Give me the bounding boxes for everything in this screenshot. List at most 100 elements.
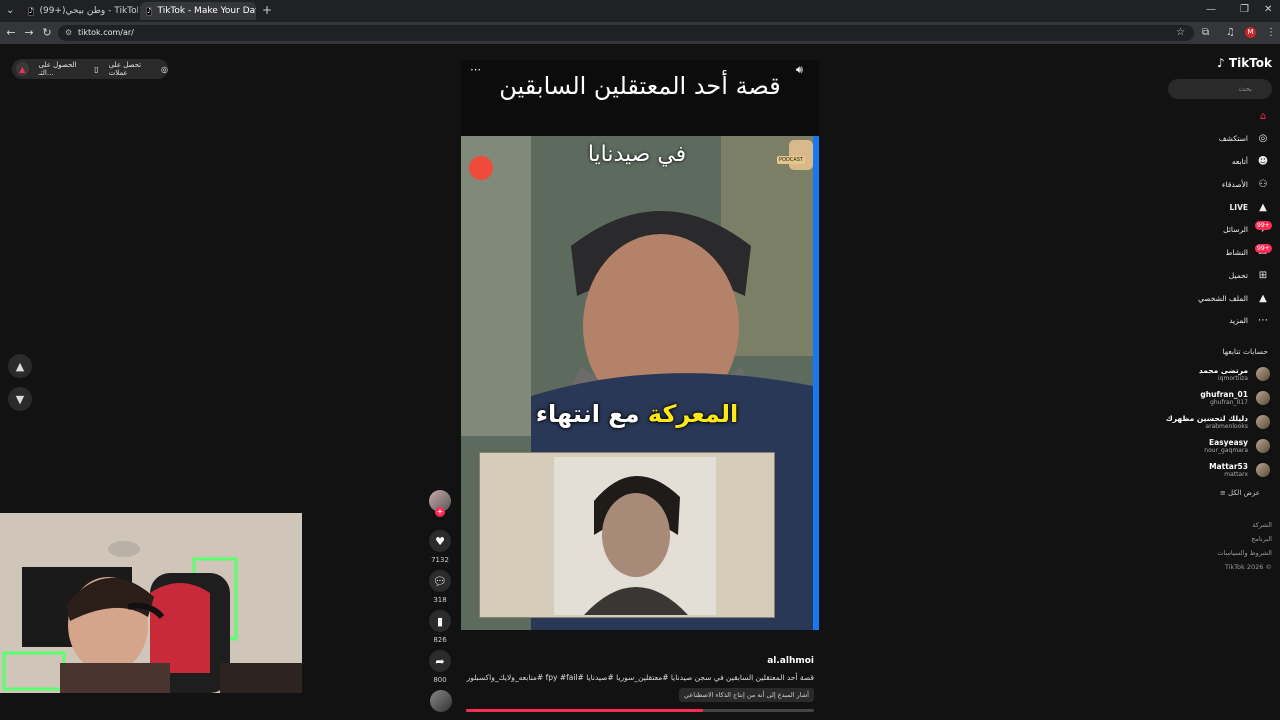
- following-account[interactable]: ghufran_01 ghufran_017: [1140, 388, 1270, 408]
- tab-tiktok-home[interactable]: ♪ TikTok - Make Your Day ✕: [140, 2, 256, 20]
- nav-messages[interactable]: الرسائل✈: [1140, 221, 1270, 237]
- nav-explore[interactable]: استكشف ◎: [1140, 130, 1270, 146]
- tiktok-logo[interactable]: ♪ TikTok: [1212, 56, 1272, 70]
- save-action[interactable]: ▮ 826: [428, 610, 452, 644]
- nav-live[interactable]: LIVE ▲: [1140, 199, 1270, 215]
- video-side-accent: [813, 136, 819, 630]
- extensions-icon[interactable]: ⧉: [1202, 27, 1209, 38]
- search-input[interactable]: بحث: [1168, 79, 1272, 99]
- account-handle: mattarx: [1224, 471, 1248, 478]
- browser-menu-icon[interactable]: ⋮: [1266, 27, 1276, 38]
- comment-icon[interactable]: 💬︎: [429, 570, 451, 592]
- tab-tiktok-inbox[interactable]: ♪ (99+)وطن بيحي - TikTok | 476 ✕: [22, 2, 138, 20]
- url-text: tiktok.com/ar/: [78, 28, 134, 37]
- account-handle: iqmortiiza: [1218, 375, 1248, 382]
- nav-activity[interactable]: النشاط✉: [1140, 244, 1270, 260]
- video-subtitle-bottom: المعركة مع انتهاء: [461, 400, 813, 428]
- tab-search-icon[interactable]: ⌄: [6, 5, 14, 16]
- profile-icon: ▲: [1259, 292, 1267, 304]
- comment-action[interactable]: 💬︎ 318: [428, 570, 452, 604]
- heart-icon[interactable]: ♥: [429, 530, 451, 552]
- nav-friends[interactable]: الأصدقاء ⚇: [1140, 176, 1270, 192]
- footer-link[interactable]: البرنامج: [1150, 535, 1272, 543]
- video-more-options-icon[interactable]: ⋯: [470, 63, 481, 76]
- back-arrow-icon[interactable]: ←: [4, 26, 18, 39]
- chevron-up-icon: ▲: [15, 359, 25, 373]
- friends-icon: ⚇: [1258, 178, 1268, 190]
- author-name[interactable]: al.alhmoi: [462, 656, 814, 666]
- media-control-icon[interactable]: ♫: [1226, 27, 1235, 38]
- video-title-overlay: قصة أحد المعتقلين السابقين: [499, 72, 781, 100]
- video-progress-bar[interactable]: [466, 709, 814, 712]
- tiktok-favicon-icon: ♪: [146, 6, 153, 16]
- nav-following[interactable]: أتابعه ☻: [1140, 153, 1270, 169]
- home-icon: ⌂: [1259, 110, 1267, 122]
- bookmark-icon[interactable]: ▮: [429, 610, 451, 632]
- footer-link[interactable]: الشروط والسياسات: [1150, 549, 1272, 557]
- maximize-window-button[interactable]: ❐: [1240, 4, 1249, 15]
- creator-avatar[interactable]: +: [428, 490, 452, 517]
- following-account[interactable]: دليلك لتحسين مظهرك arabmenlooks: [1140, 412, 1270, 432]
- nav-upload[interactable]: تحميل ⊞: [1140, 267, 1270, 283]
- messages-badge: 99+: [1255, 221, 1272, 230]
- avatar: [1256, 391, 1270, 405]
- footer-link[interactable]: الشركة: [1150, 521, 1272, 529]
- nav-home[interactable]: ⌂: [1140, 108, 1270, 124]
- get-coins-link[interactable]: تحصل على عملات: [109, 61, 157, 77]
- share-icon[interactable]: ➦: [429, 650, 451, 672]
- video-progress-fill: [466, 709, 703, 712]
- more-icon: ⋯: [1258, 314, 1268, 326]
- bookmark-star-icon[interactable]: ☆: [1176, 27, 1185, 38]
- close-window-button[interactable]: ✕: [1264, 4, 1272, 15]
- following-icon: ☻: [1257, 155, 1269, 167]
- tiktok-logo-icon: ♪: [1217, 56, 1225, 70]
- like-action[interactable]: ♥ 7132: [428, 530, 452, 564]
- account-name: ghufran_01: [1200, 390, 1248, 399]
- get-app-link[interactable]: الحصول على التـ...: [39, 61, 89, 77]
- following-account[interactable]: Mattar53 mattarx: [1140, 460, 1270, 480]
- video-subtitle-top: في صيدنايا: [587, 142, 687, 167]
- nav-profile[interactable]: الملف الشخصي ▲: [1140, 290, 1270, 306]
- chevron-down-icon: ▼: [15, 392, 25, 406]
- new-tab-button[interactable]: +: [262, 3, 272, 17]
- compass-icon: ◎: [1258, 132, 1268, 144]
- previous-video-button[interactable]: ▲: [8, 354, 32, 378]
- forward-arrow-icon[interactable]: →: [22, 26, 36, 39]
- account-handle: ghufran_017: [1210, 399, 1248, 406]
- webcam-overlay: [0, 513, 302, 693]
- nav-more[interactable]: المزيد ⋯: [1140, 312, 1270, 328]
- see-all-link[interactable]: عرض الكل ≡: [1150, 489, 1260, 497]
- site-info-icon[interactable]: ⚙: [65, 25, 72, 41]
- follow-plus-icon[interactable]: +: [435, 507, 445, 517]
- video-caption: al.alhmoi قصة أحد المعتقلين السابقين في …: [462, 656, 814, 702]
- logo-text: TikTok: [1228, 56, 1272, 70]
- phone-icon: ▯: [94, 64, 99, 74]
- video-player[interactable]: قصة أحد المعتقلين السابقين PODCAST في صي…: [461, 60, 819, 630]
- live-icon: ▲: [1259, 201, 1267, 213]
- following-accounts-heading: حسابات تتابعها: [1222, 347, 1268, 356]
- volume-icon[interactable]: 🔊︎: [796, 63, 803, 77]
- upload-icon: ⊞: [1258, 269, 1268, 281]
- profile-avatar[interactable]: M: [1245, 27, 1256, 38]
- address-bar[interactable]: ⚙ tiktok.com/ar/: [58, 25, 1194, 41]
- share-action[interactable]: ➦ 800: [428, 650, 452, 684]
- reload-icon[interactable]: ↻: [40, 26, 54, 39]
- following-account[interactable]: مرتضى محمد iqmortiiza: [1140, 364, 1270, 384]
- account-handle: arabmenlooks: [1205, 423, 1248, 430]
- ai-generated-label: أشار المبدع إلى أنه من إنتاج الذكاء الاص…: [678, 688, 814, 702]
- following-account[interactable]: Easyeasy nour_gaqmara: [1140, 436, 1270, 456]
- like-count: 7132: [431, 556, 449, 564]
- comment-count: 318: [433, 596, 447, 604]
- music-disc-icon[interactable]: [430, 690, 452, 712]
- next-video-button[interactable]: ▼: [8, 387, 32, 411]
- account-name: دليلك لتحسين مظهرك: [1165, 414, 1248, 423]
- avatar: [1256, 415, 1270, 429]
- tab-title: TikTok - Make Your Day: [157, 6, 256, 16]
- save-count: 826: [433, 636, 447, 644]
- footer-copyright: © 2026 TikTok: [1224, 563, 1272, 571]
- tab-title: (99+)وطن بيحي - TikTok | 476: [39, 6, 138, 16]
- get-coins-pill[interactable]: ▲ الحصول على التـ... ▯ تحصل على عملات ◎: [12, 59, 168, 79]
- minimize-window-button[interactable]: —: [1206, 4, 1216, 15]
- subtitle-highlight: المعركة: [647, 400, 739, 428]
- list-icon: ≡: [1219, 489, 1226, 497]
